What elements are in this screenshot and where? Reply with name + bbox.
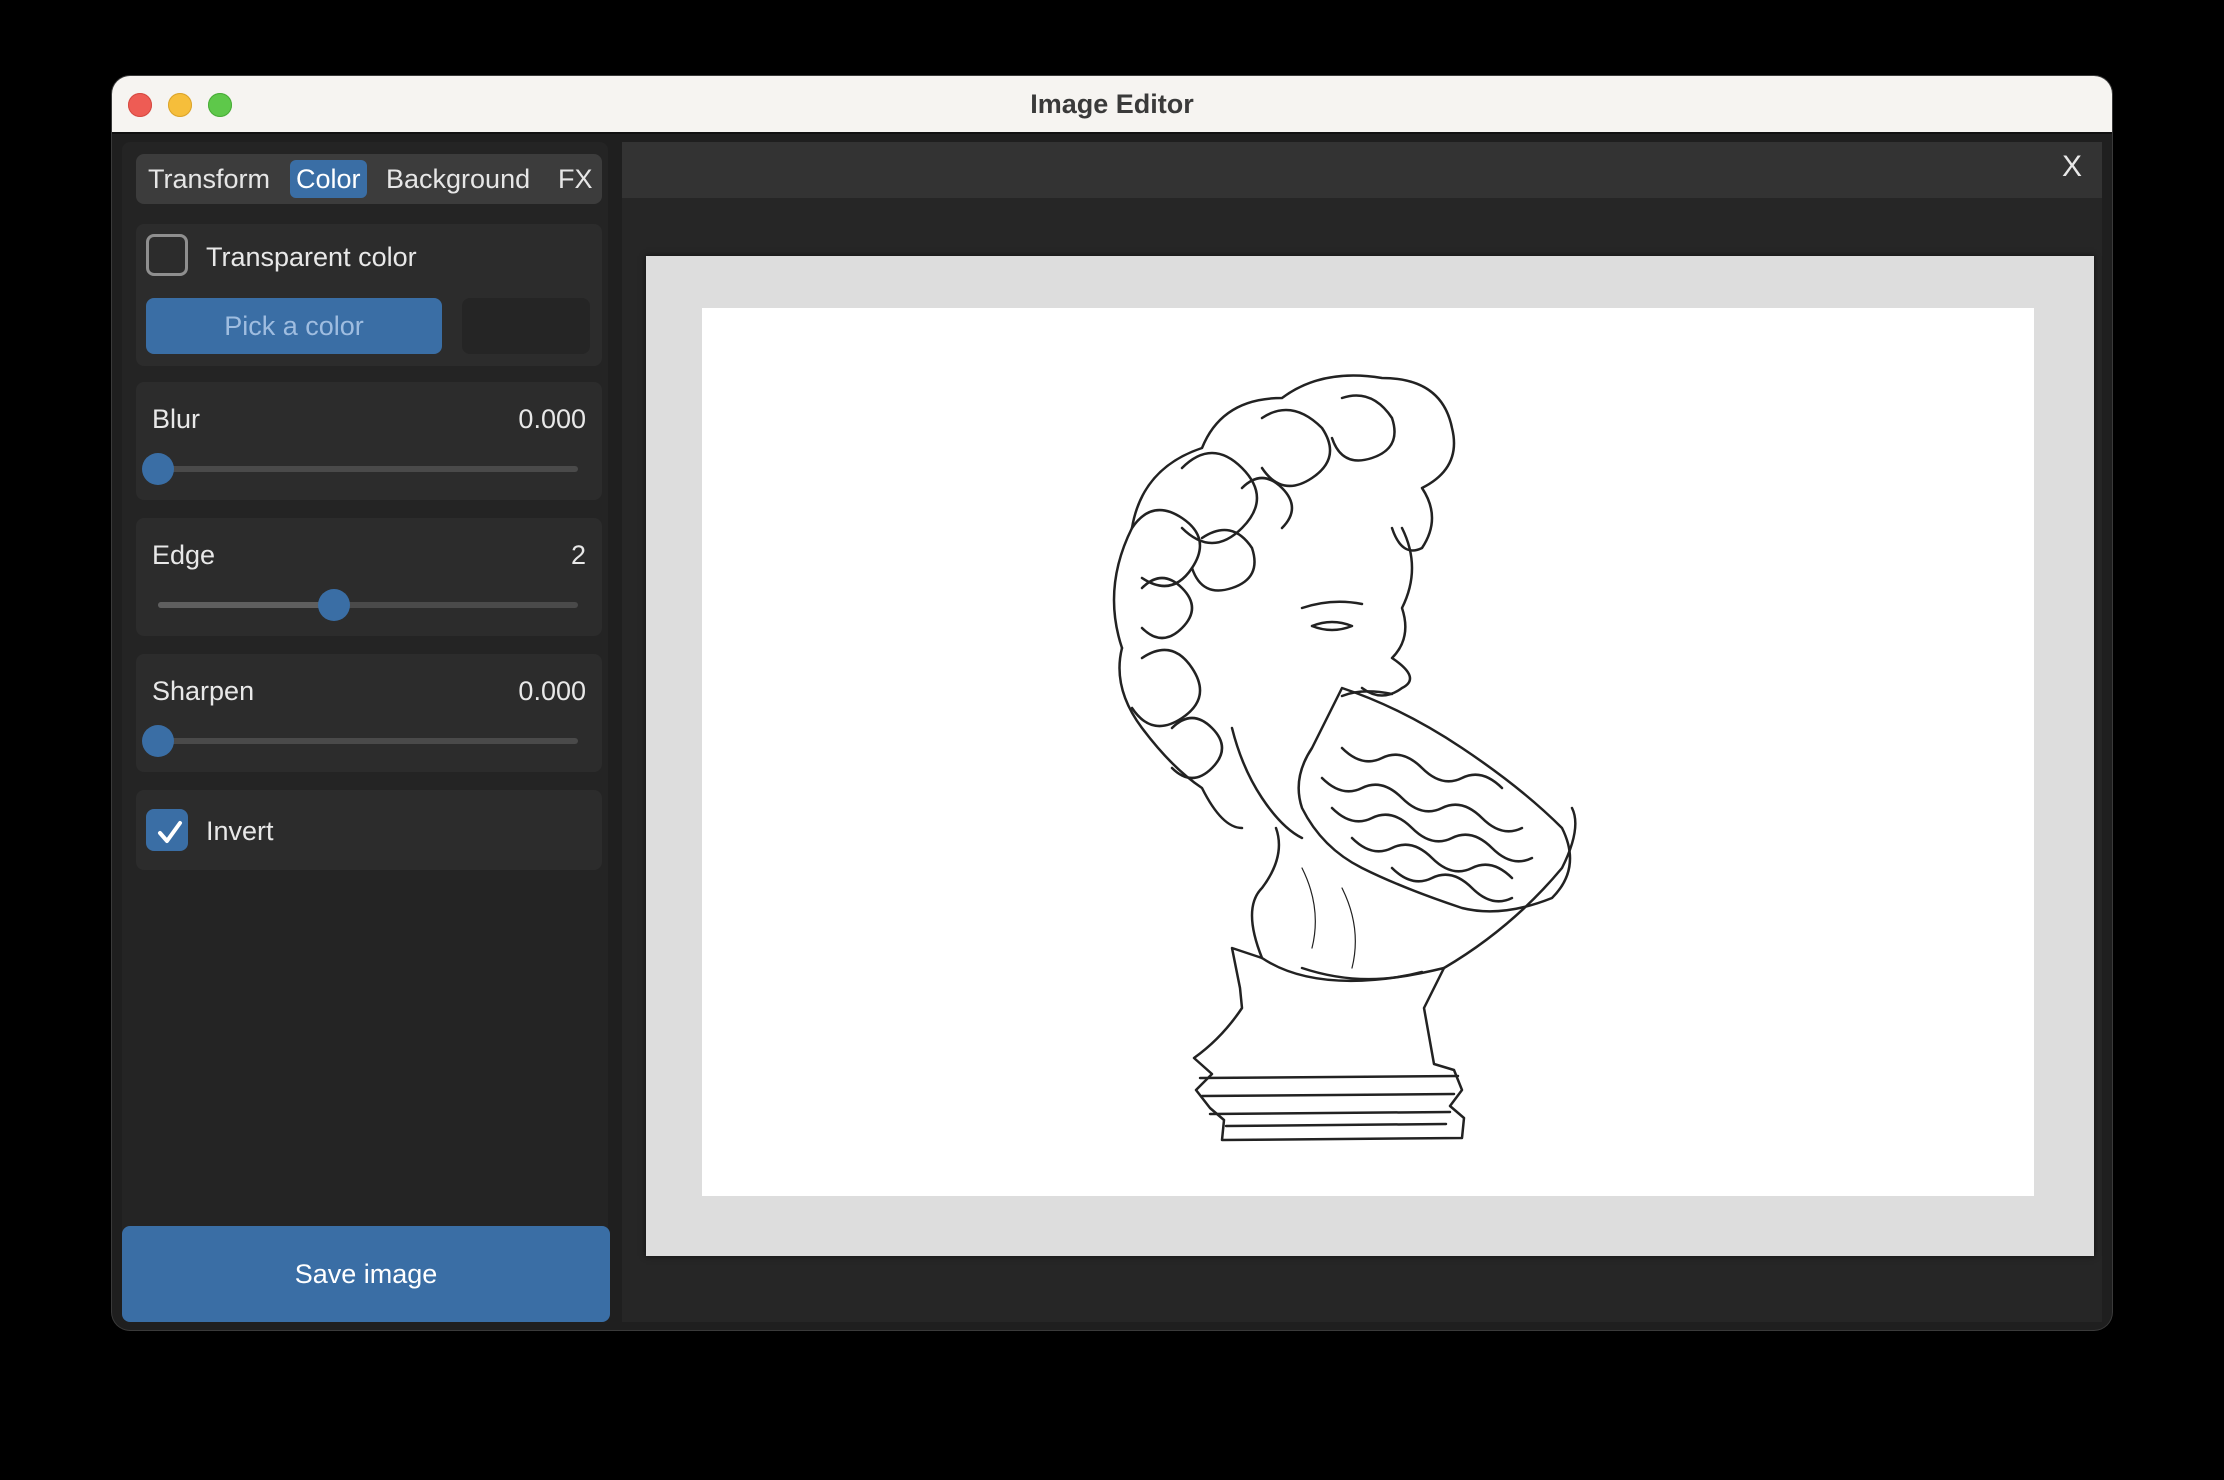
edge-slider-thumb[interactable] — [318, 589, 351, 621]
sharpen-value: 0.000 — [518, 676, 586, 706]
checkmark-icon — [158, 821, 182, 843]
blur-label: Blur — [152, 404, 201, 434]
sharpen-card: Sharpen 0.000 — [136, 654, 602, 772]
edge-label: Edge — [152, 540, 216, 570]
close-canvas-button[interactable]: X — [2062, 150, 2082, 184]
canvas-header: X — [622, 142, 2102, 198]
controls-sidebar: Transform Color Background FX Transparen… — [122, 142, 608, 1272]
tab-fx[interactable]: FX — [552, 160, 599, 198]
color-swatch[interactable] — [462, 298, 590, 354]
invert-label: Invert — [206, 816, 274, 846]
canvas-panel: X — [622, 142, 2102, 1322]
bust-sketch-image — [1112, 374, 1577, 1142]
pick-color-button[interactable]: Pick a color — [146, 298, 442, 354]
blur-slider[interactable] — [142, 453, 578, 485]
tab-bar: Transform Color Background FX — [136, 154, 602, 204]
invert-checkbox[interactable] — [146, 809, 188, 851]
edge-value: 2 — [570, 540, 586, 570]
blur-card: Blur 0.000 — [136, 382, 602, 500]
edge-card: Edge 2 — [136, 518, 602, 636]
transparent-color-card: Transparent color Pick a color — [136, 224, 602, 366]
blur-value: 0.000 — [518, 404, 586, 434]
edge-slider-fill — [158, 602, 335, 608]
transparent-color-label: Transparent color — [206, 242, 417, 272]
sharpen-slider[interactable] — [142, 725, 578, 757]
window-title: Image Editor — [1030, 89, 1194, 119]
sharpen-slider-thumb[interactable] — [142, 725, 174, 757]
title-bar: Image Editor — [112, 76, 2112, 134]
edge-slider[interactable] — [158, 589, 578, 621]
save-image-button[interactable]: Save image — [122, 1226, 610, 1322]
tab-color[interactable]: Color — [290, 160, 367, 198]
transparent-color-checkbox[interactable] — [146, 234, 188, 276]
tab-background[interactable]: Background — [380, 160, 536, 198]
blur-slider-thumb[interactable] — [142, 453, 174, 485]
sharpen-label: Sharpen — [152, 676, 255, 706]
tab-transform[interactable]: Transform — [142, 160, 276, 198]
invert-card: Invert — [136, 790, 602, 870]
app-window: Image Editor Transform Color Background … — [112, 76, 2112, 1330]
image-frame — [646, 256, 2094, 1256]
image-preview — [702, 308, 2034, 1196]
